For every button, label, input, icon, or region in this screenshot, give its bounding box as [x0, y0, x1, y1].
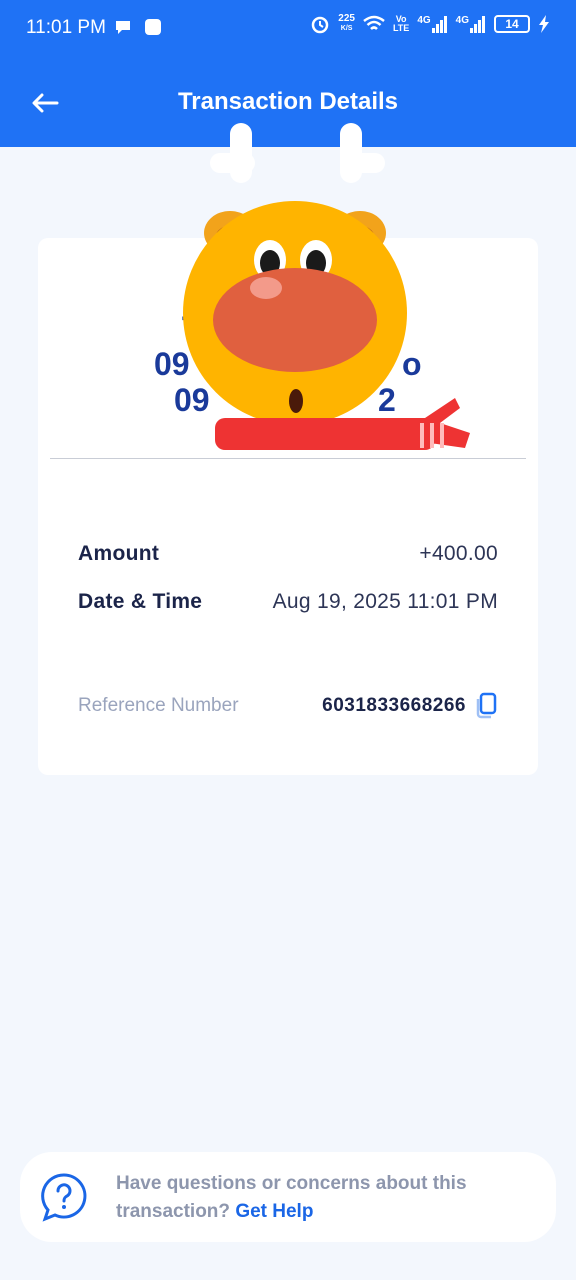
network-speed-value: 225 — [338, 13, 355, 24]
amount-row: Amount +400.00 — [78, 542, 498, 566]
wifi-icon — [363, 15, 385, 30]
datetime-label: Date & Time — [78, 590, 203, 613]
reference-value: 6031833668266 — [322, 695, 466, 716]
get-help-link[interactable]: Get Help — [235, 1201, 313, 1222]
volte-bottom: LTE — [392, 23, 410, 33]
app-square-icon — [145, 19, 161, 35]
sim1-signal: 4G — [417, 15, 447, 33]
reference-value-group: 6031833668266 — [322, 692, 498, 720]
signal-bars-icon — [431, 16, 447, 33]
status-time: 11:01 PM — [26, 17, 106, 38]
mouth-icon — [289, 389, 303, 413]
status-system-icons: 225 K/S Vo LTE 4G 4G 14 — [310, 14, 550, 34]
copy-icon[interactable] — [474, 692, 498, 720]
reindeer-mascot-sticker — [183, 123, 470, 450]
nose-icon — [213, 268, 377, 372]
reference-label: Reference Number — [78, 695, 239, 716]
antler-right-icon — [340, 123, 385, 183]
datetime-value: Aug 19, 2025 11:01 PM — [272, 590, 498, 613]
help-banner[interactable]: Have questions or concerns about this tr… — [20, 1152, 556, 1242]
sim2-label: 4G — [455, 15, 469, 26]
signal-bars-icon — [470, 16, 485, 33]
status-bar: 11:01 PM 225 K/S Vo LTE 4G 4G 14 — [0, 0, 576, 58]
help-text-block: Have questions or concerns about this tr… — [116, 1170, 536, 1226]
sim1-label: 4G — [417, 15, 431, 26]
network-speed-unit: K/S — [340, 25, 353, 32]
status-notification-icons — [114, 18, 162, 36]
sim2-signal: 4G — [456, 15, 486, 33]
card-divider — [50, 458, 526, 459]
charging-bolt-icon — [539, 15, 549, 33]
amount-value: +400.00 — [419, 542, 498, 565]
reference-row: Reference Number 6031833668266 — [78, 692, 498, 720]
chat-bubble-icon — [116, 21, 130, 34]
antler-left-icon — [210, 123, 255, 183]
volte-indicator: Vo LTE — [393, 15, 409, 33]
alarm-icon — [312, 16, 329, 34]
page-title: Transaction Details — [177, 88, 399, 115]
amount-label: Amount — [78, 542, 160, 565]
network-speed: 225 K/S — [338, 14, 355, 34]
battery-indicator: 14 — [494, 15, 530, 33]
datetime-row: Date & Time Aug 19, 2025 11:01 PM — [78, 590, 498, 614]
question-bubble-icon — [41, 1173, 87, 1222]
